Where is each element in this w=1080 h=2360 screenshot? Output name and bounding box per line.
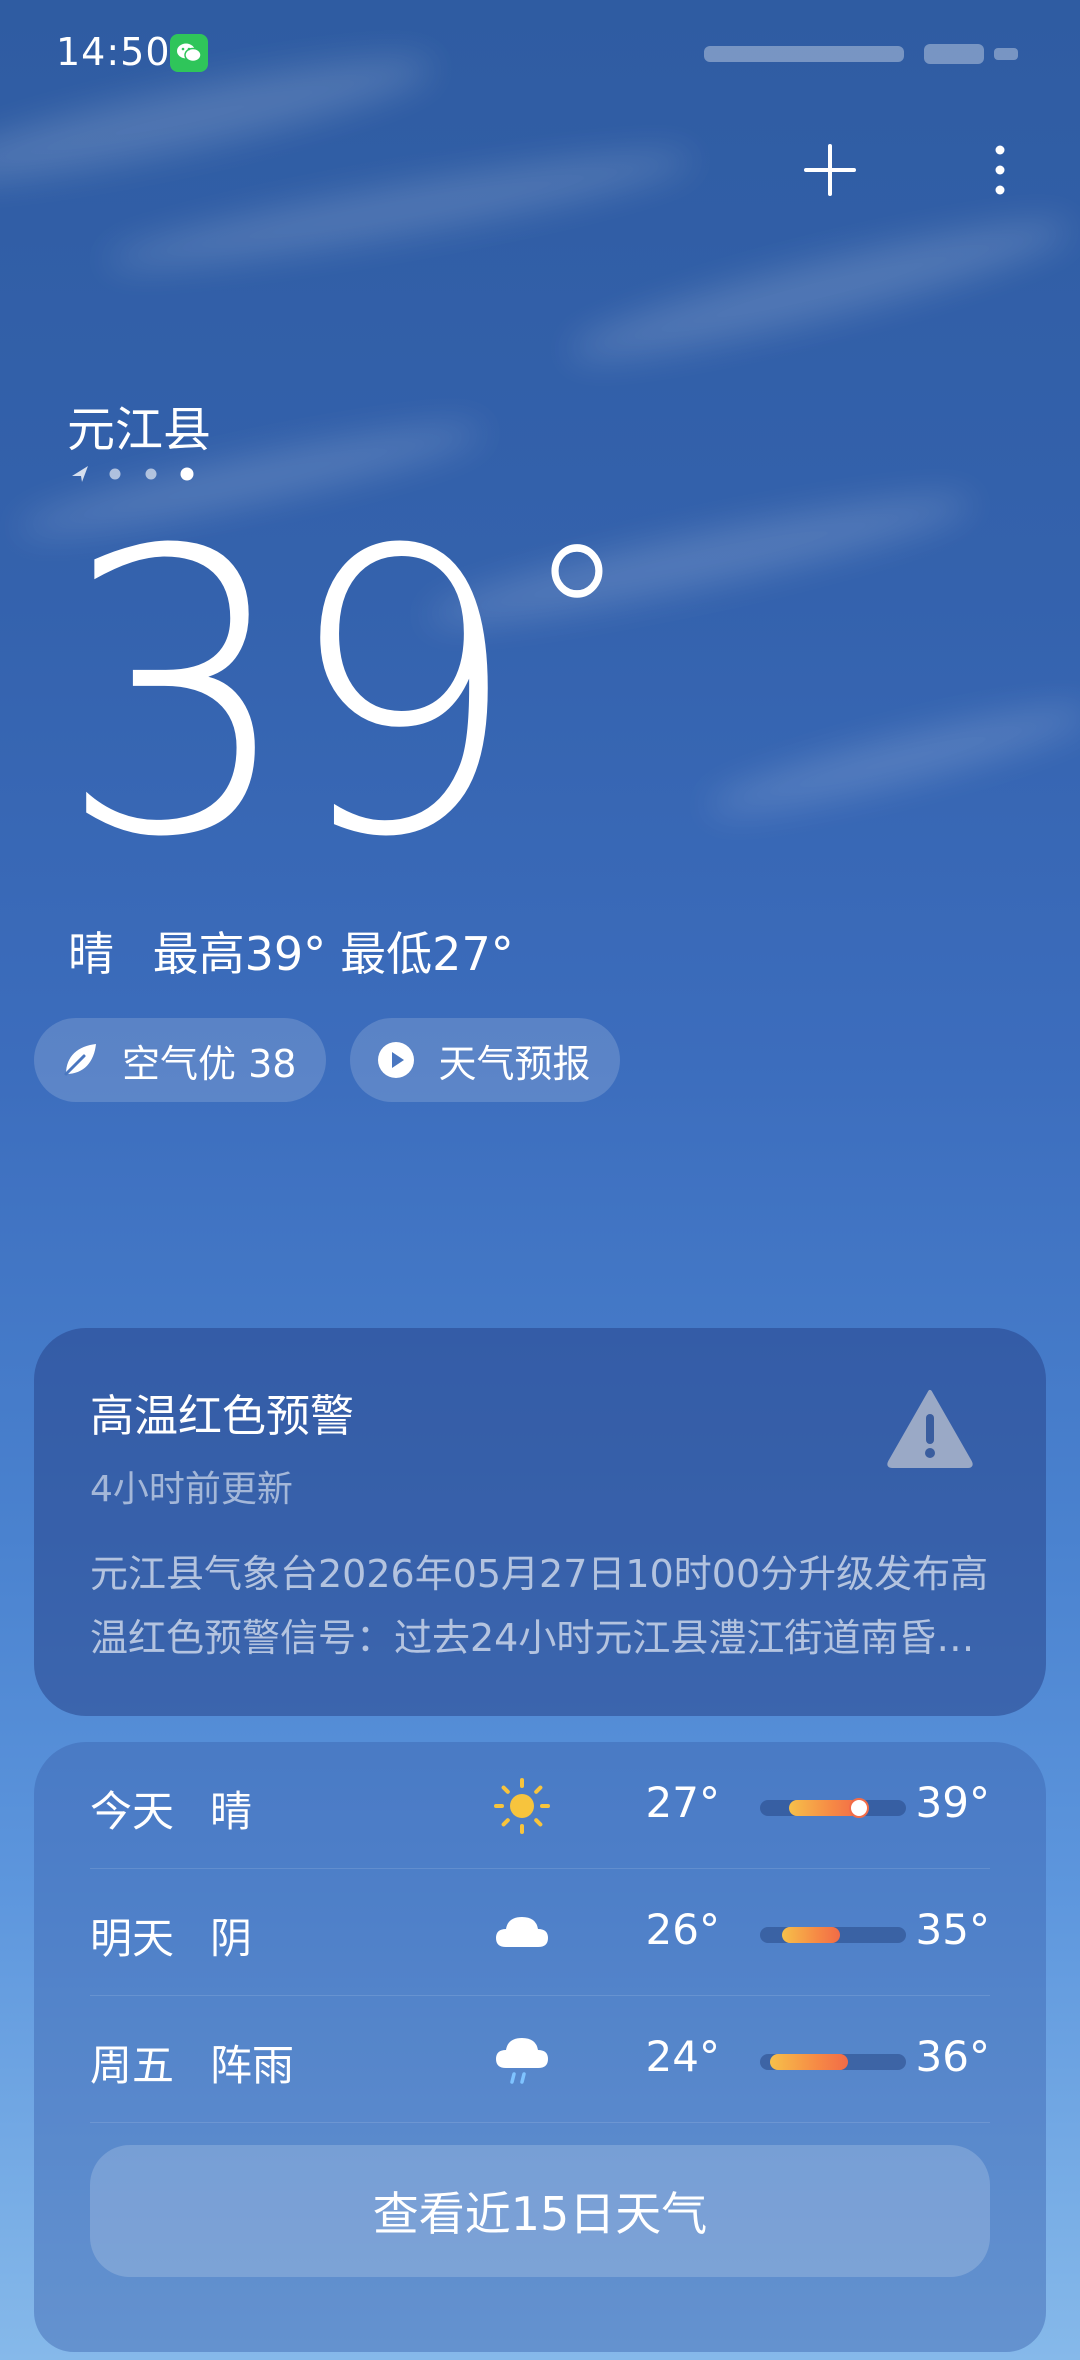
top-actions [800,140,1020,200]
quick-pills: 空气优 38 天气预报 [34,1018,621,1102]
more-button[interactable] [980,140,1020,200]
temperature-range-bar [760,1798,906,1818]
forecast-high: 36° [915,2032,990,2081]
sun-icon [494,1778,550,1834]
status-time: 14:50 [56,30,171,74]
forecast-day: 明天 [90,1914,175,1963]
status-icons [704,44,1018,64]
alert-updated-time: 4小时前更新 [90,1469,293,1510]
today-high: 最高39° [152,927,327,981]
forecast-condition: 阵雨 [210,2041,295,2090]
current-temperature: 39° [58,500,624,890]
alert-body: 元江县气象台2026年05月27日10时00分升级发布高温红色预警信号：过去24… [90,1552,989,1660]
current-temp-marker [849,1798,870,1818]
alert-title: 高温红色预警 [90,1391,354,1442]
temperature-value: 39 [58,468,520,922]
warning-icon [887,1390,973,1468]
forecast-condition: 晴 [210,1787,253,1836]
rain-cloud-icon [496,2038,548,2084]
wechat-icon [170,34,208,72]
plus-icon [804,144,856,196]
air-quality-label: 空气优 38 [122,1041,297,1086]
more-vertical-icon [995,145,1005,195]
city-name[interactable]: 元江县 [67,390,211,460]
forecast-low: 24° [645,2032,720,2081]
forecast-day: 周五 [90,2041,175,2090]
current-condition: 晴 [68,927,114,981]
temperature-range-fill [770,2054,848,2070]
air-quality-pill[interactable]: 空气优 38 [34,1018,327,1102]
weather-forecast-label: 天气预报 [438,1041,591,1086]
forecast-row[interactable]: 周五 阵雨 24° 36° [90,1996,990,2123]
temperature-range-bar [760,2054,906,2070]
forecast-low: 27° [645,1778,720,1827]
leaf-icon [64,1044,96,1076]
view-15-day-button[interactable]: 查看近15日天气 [90,2145,990,2277]
cloud-icon [496,1917,548,1947]
today-low: 最低27° [340,927,514,981]
forecast-low: 26° [645,1905,720,1954]
status-bar: 14:50 [0,0,1080,110]
forecast-card: 今天 晴 27° 39° 明天 阴 26° 35° 周五 阵雨 24° 36° … [34,1742,1046,2352]
play-icon [378,1042,415,1078]
forecast-high: 39° [915,1778,990,1827]
temperature-range-bar [760,1927,906,1943]
add-city-button[interactable] [800,140,860,200]
weather-summary: 晴 最高39° 最低27° [68,918,538,984]
temperature-range-fill [781,1927,841,1943]
forecast-day: 今天 [90,1787,175,1836]
degree-symbol: ° [529,503,624,736]
weather-alert-card[interactable]: 高温红色预警 4小时前更新 元江县气象台2026年05月27日10时00分升级发… [34,1328,1046,1716]
forecast-row[interactable]: 明天 阴 26° 35° [90,1869,990,1996]
forecast-high: 35° [915,1905,990,1954]
weather-forecast-pill[interactable]: 天气预报 [350,1018,621,1102]
forecast-row[interactable]: 今天 晴 27° 39° [90,1742,990,1869]
forecast-condition: 阴 [210,1914,253,1963]
